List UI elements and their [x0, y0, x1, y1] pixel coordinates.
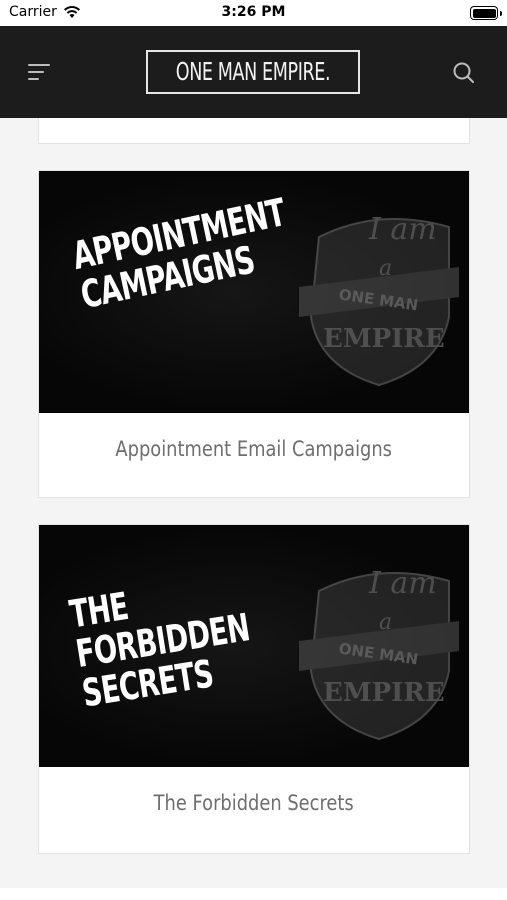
- post-list: APPOINTMENT CAMPAIGNS I am a ONE MAN EMP…: [0, 118, 507, 900]
- post-card[interactable]: THE FORBIDDEN SECRETS I am a ONE MAN EMP…: [38, 524, 470, 854]
- search-icon[interactable]: [451, 60, 477, 86]
- logo-text: ONE MAN EMPIRE.: [175, 57, 331, 86]
- battery-icon: [470, 6, 502, 20]
- post-card[interactable]: APPOINTMENT CAMPAIGNS I am a ONE MAN EMP…: [38, 170, 470, 498]
- svg-text:a: a: [379, 610, 392, 635]
- svg-text:EMPIRE: EMPIRE: [323, 324, 445, 354]
- empire-emblem-icon: I am a ONE MAN EMPIRE: [299, 212, 459, 387]
- status-bar: Carrier 3:26 PM: [0, 0, 507, 26]
- post-thumbnail[interactable]: THE FORBIDDEN SECRETS I am a ONE MAN EMP…: [39, 525, 469, 767]
- previous-card-bottom: [38, 118, 470, 144]
- empire-emblem-icon: I am a ONE MAN EMPIRE: [299, 566, 459, 741]
- svg-text:a: a: [379, 256, 392, 281]
- post-title[interactable]: Appointment Email Campaigns: [39, 413, 469, 499]
- svg-text:EMPIRE: EMPIRE: [323, 678, 445, 708]
- top-navbar: ONE MAN EMPIRE.: [0, 26, 507, 118]
- post-title[interactable]: The Forbidden Secrets: [39, 767, 469, 853]
- post-thumbnail[interactable]: APPOINTMENT CAMPAIGNS I am a ONE MAN EMP…: [39, 171, 469, 413]
- svg-text:I am: I am: [368, 212, 437, 247]
- menu-icon[interactable]: [28, 62, 52, 82]
- svg-text:I am: I am: [368, 566, 437, 601]
- bottom-edge: [0, 888, 507, 900]
- thumbnail-headline: THE FORBIDDEN SECRETS: [66, 583, 253, 716]
- clock: 3:26 PM: [221, 4, 286, 20]
- site-logo[interactable]: ONE MAN EMPIRE.: [146, 50, 360, 94]
